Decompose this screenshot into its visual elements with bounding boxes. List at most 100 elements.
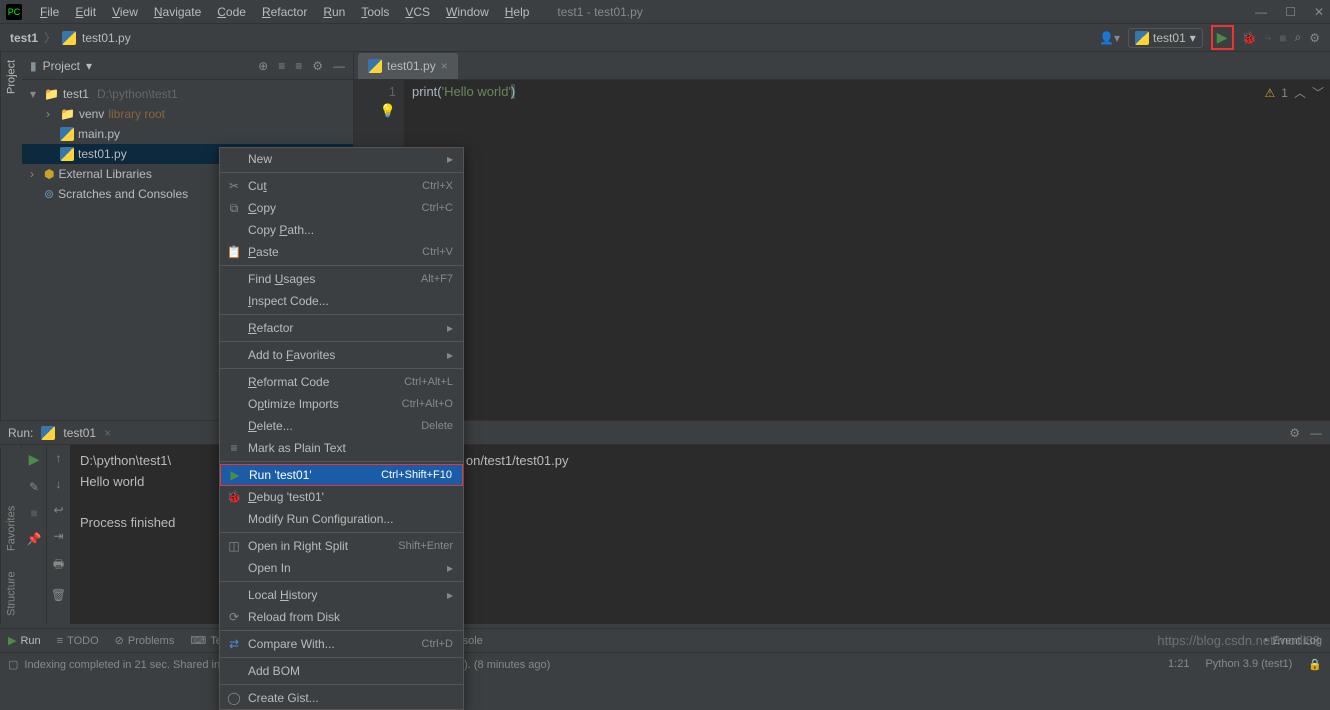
ctx-compare-with-[interactable]: ⇄Compare With...Ctrl+D bbox=[220, 633, 463, 655]
structure-tool-tab[interactable]: Structure bbox=[6, 571, 18, 616]
debug-button[interactable]: 🐞 bbox=[1242, 31, 1257, 45]
editor-tab[interactable]: test01.py × bbox=[358, 53, 458, 79]
select-opened-file-icon[interactable]: ⊕ bbox=[258, 59, 268, 73]
collapse-all-icon[interactable]: ≡ bbox=[295, 59, 302, 73]
problems-tab[interactable]: ⊘Problems bbox=[115, 634, 175, 647]
ctx-inspect-code-[interactable]: Inspect Code... bbox=[220, 290, 463, 312]
todo-tab[interactable]: ≡TODO bbox=[57, 635, 99, 647]
warning-icon: ⚠ bbox=[1265, 86, 1276, 100]
tree-row[interactable]: ▾📁test1D:\python\test1 bbox=[22, 84, 353, 104]
ctx-debug-test01-[interactable]: 🐞Debug 'test01' bbox=[220, 486, 463, 508]
ctx-paste[interactable]: 📋PasteCtrl+V bbox=[220, 241, 463, 263]
breadcrumb-file[interactable]: test01.py bbox=[82, 31, 131, 45]
hide-icon[interactable]: — bbox=[333, 59, 345, 73]
coverage-button[interactable]: ⤷ bbox=[1265, 30, 1272, 45]
navigation-bar: test1 〉 test01.py 👤▾ test01 ▾ ▶ 🐞 ⤷ ■ ⌕ … bbox=[0, 24, 1330, 52]
down-icon[interactable]: ↓ bbox=[56, 477, 62, 491]
ctx-reformat-code[interactable]: Reformat CodeCtrl+Alt+L bbox=[220, 371, 463, 393]
run-label: Run: bbox=[8, 426, 33, 440]
close-tab-icon[interactable]: × bbox=[441, 59, 448, 73]
ctx-add-to-favorites[interactable]: Add to Favorites▸ bbox=[220, 344, 463, 366]
favorites-tool-tab[interactable]: Favorites bbox=[6, 506, 18, 551]
ctx-optimize-imports[interactable]: Optimize ImportsCtrl+Alt+O bbox=[220, 393, 463, 415]
add-user-icon[interactable]: 👤▾ bbox=[1099, 31, 1120, 45]
menu-vcs[interactable]: VCS bbox=[397, 5, 438, 19]
intention-bulb-icon[interactable]: 💡 bbox=[362, 103, 396, 119]
run-tab[interactable]: ▶Run bbox=[8, 634, 41, 647]
gear-icon[interactable]: ⚙ bbox=[1289, 426, 1300, 440]
tree-row[interactable]: main.py bbox=[22, 124, 353, 144]
close-tab-icon[interactable]: × bbox=[104, 426, 111, 440]
ctx-cut[interactable]: ✂CutCtrl+X bbox=[220, 175, 463, 197]
minimize-icon[interactable]: — bbox=[1255, 5, 1267, 19]
search-icon[interactable]: ⌕ bbox=[1295, 30, 1302, 45]
menu-refactor[interactable]: Refactor bbox=[254, 5, 315, 19]
interpreter[interactable]: Python 3.9 (test1) bbox=[1205, 658, 1292, 671]
ctx-delete-[interactable]: Delete...Delete bbox=[220, 415, 463, 437]
chevron-up-icon[interactable]: ︿ bbox=[1294, 84, 1306, 101]
menu-tools[interactable]: Tools bbox=[353, 5, 397, 19]
pin-icon[interactable]: 📌 bbox=[27, 532, 42, 546]
menu-view[interactable]: View bbox=[104, 5, 146, 19]
inspection-widget[interactable]: ⚠ 1 ︿ ﹀ bbox=[1265, 84, 1324, 101]
project-tool-tab[interactable]: Project bbox=[6, 60, 18, 94]
scroll-to-end-icon[interactable]: ⇥ bbox=[53, 529, 63, 543]
chevron-down-icon[interactable]: ﹀ bbox=[1312, 84, 1324, 101]
left-tool-stripe-lower: Structure Favorites bbox=[0, 448, 22, 624]
stop-button[interactable]: ■ bbox=[1279, 31, 1286, 45]
ctx-open-in-right-split[interactable]: ◫Open in Right SplitShift+Enter bbox=[220, 535, 463, 557]
up-icon[interactable]: ↑ bbox=[56, 451, 62, 465]
code-area[interactable]: print('Hello world') bbox=[404, 80, 1330, 448]
chevron-down-icon[interactable]: ▾ bbox=[86, 59, 92, 73]
ctx-copy-path-[interactable]: Copy Path... bbox=[220, 219, 463, 241]
tool-windows-icon[interactable]: ▢ bbox=[8, 658, 18, 671]
ctx-open-in[interactable]: Open In▸ bbox=[220, 557, 463, 579]
menu-help[interactable]: Help bbox=[497, 5, 538, 19]
rerun-icon[interactable]: ▶ bbox=[29, 451, 40, 468]
hide-icon[interactable]: — bbox=[1310, 426, 1322, 440]
ctx-create-gist-[interactable]: ◯Create Gist... bbox=[220, 687, 463, 709]
edit-config-icon[interactable]: ✎ bbox=[29, 480, 39, 494]
menu-code[interactable]: Code bbox=[209, 5, 254, 19]
python-file-icon bbox=[41, 426, 55, 440]
menu-window[interactable]: Window bbox=[438, 5, 497, 19]
soft-wrap-icon[interactable]: ↩ bbox=[53, 503, 63, 517]
print-icon[interactable]: 🖶 bbox=[53, 555, 64, 576]
close-icon[interactable]: ✕ bbox=[1314, 5, 1324, 19]
run-button[interactable]: ▶ bbox=[1211, 25, 1234, 50]
expand-all-icon[interactable]: ≡ bbox=[278, 59, 285, 73]
run-output-toolbar: ↑ ↓ ↩ ⇥ 🖶 🗑 bbox=[46, 445, 70, 624]
ctx-local-history[interactable]: Local History▸ bbox=[220, 584, 463, 606]
gear-icon[interactable]: ⚙ bbox=[1309, 31, 1320, 45]
maximize-icon[interactable]: ☐ bbox=[1285, 5, 1296, 19]
breadcrumb[interactable]: test1 〉 test01.py bbox=[10, 29, 131, 46]
editor-tabs: test01.py × bbox=[354, 52, 1330, 80]
run-config-name[interactable]: test01 bbox=[63, 426, 96, 440]
ctx-mark-as-plain-text[interactable]: ≡Mark as Plain Text bbox=[220, 437, 463, 459]
lock-icon[interactable]: 🔒 bbox=[1308, 658, 1322, 671]
ctx-run-test01-[interactable]: ▶Run 'test01'Ctrl+Shift+F10 bbox=[220, 464, 463, 486]
ctx-add-bom[interactable]: Add BOM bbox=[220, 660, 463, 682]
menu-edit[interactable]: Edit bbox=[67, 5, 104, 19]
python-file-icon bbox=[1135, 31, 1149, 45]
menu-file[interactable]: File bbox=[32, 5, 67, 19]
caret-position[interactable]: 1:21 bbox=[1168, 658, 1189, 671]
gear-icon[interactable]: ⚙ bbox=[312, 59, 323, 73]
ctx-reload-from-disk[interactable]: ⟳Reload from Disk bbox=[220, 606, 463, 628]
trash-icon[interactable]: 🗑 bbox=[51, 588, 66, 602]
breadcrumb-root[interactable]: test1 bbox=[10, 31, 38, 45]
menu-run[interactable]: Run bbox=[315, 5, 353, 19]
ctx-refactor[interactable]: Refactor▸ bbox=[220, 317, 463, 339]
watermark: https://blog.csdn.net/modi88 bbox=[1157, 633, 1320, 648]
run-configuration-select[interactable]: test01 ▾ bbox=[1128, 28, 1203, 48]
python-file-icon bbox=[368, 59, 382, 73]
menu-navigate[interactable]: Navigate bbox=[146, 5, 209, 19]
ctx-copy[interactable]: ⧉CopyCtrl+C bbox=[220, 197, 463, 219]
ctx-find-usages[interactable]: Find UsagesAlt+F7 bbox=[220, 268, 463, 290]
ctx-new[interactable]: New▸ bbox=[220, 148, 463, 170]
tree-row[interactable]: ›📁venvlibrary root bbox=[22, 104, 353, 124]
project-label[interactable]: Project bbox=[43, 59, 80, 73]
titlebar: PC FileEditViewNavigateCodeRefactorRunTo… bbox=[0, 0, 1330, 24]
stop-icon[interactable]: ■ bbox=[30, 506, 37, 520]
ctx-modify-run-configuration-[interactable]: Modify Run Configuration... bbox=[220, 508, 463, 530]
